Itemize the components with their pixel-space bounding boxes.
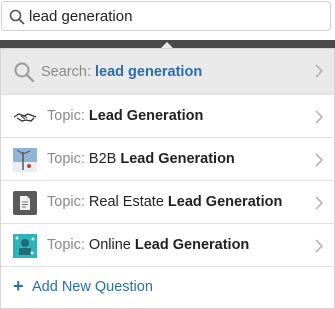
add-new-question-label: Add New Question <box>32 279 153 295</box>
topic-label: Topic: Lead Generation <box>47 108 203 124</box>
plus-icon: + <box>13 276 24 296</box>
search-suggestion-row[interactable]: Search: lead generation <box>1 49 334 95</box>
topic-suggestion-real-estate-lead-generation[interactable]: Topic: Real Estate Lead Generation <box>1 181 334 224</box>
search-icon <box>9 9 25 25</box>
topic-name: Lead Generation <box>167 194 283 210</box>
search-query: lead generation <box>95 64 203 80</box>
chevron-right-icon <box>315 239 324 253</box>
topic-prefix: Topic: <box>47 108 85 124</box>
topic-suggestion-lead-generation[interactable]: Topic: Lead Generation <box>1 95 334 138</box>
add-new-question-button[interactable]: + Add New Question <box>1 267 166 307</box>
topic-qualifier: Online <box>88 237 131 253</box>
online-topic-photo-icon <box>13 234 37 258</box>
b2b-topic-photo-icon <box>13 148 37 172</box>
handshake-icon <box>13 113 37 122</box>
topic-name: Lead Generation <box>134 237 250 253</box>
document-icon <box>13 191 37 215</box>
chevron-right-icon <box>315 64 324 78</box>
chevron-right-icon <box>315 196 324 210</box>
topic-label: Topic: Real Estate Lead Generation <box>47 194 282 210</box>
topic-name: Lead Generation <box>88 108 204 124</box>
topic-suggestion-b2b-lead-generation[interactable]: Topic: B2B Lead Generation <box>1 138 334 181</box>
topic-label: Topic: B2B Lead Generation <box>47 151 235 167</box>
search-icon <box>14 62 35 83</box>
topic-prefix: Topic: <box>47 194 85 210</box>
topic-label: Topic: Online Lead Generation <box>47 237 249 253</box>
topic-name: Lead Generation <box>120 151 235 167</box>
chevron-right-icon <box>315 153 324 167</box>
topic-prefix: Topic: <box>47 151 85 167</box>
search-prefix: Search: <box>41 64 91 80</box>
search-suggestion-text: Search: lead generation <box>41 64 202 80</box>
topic-qualifier: B2B <box>88 151 117 167</box>
topic-qualifier: Real Estate <box>88 194 164 210</box>
topic-prefix: Topic: <box>47 237 85 253</box>
topic-suggestion-online-lead-generation[interactable]: Topic: Online Lead Generation <box>1 224 334 267</box>
search-input[interactable] <box>29 6 319 26</box>
chevron-right-icon <box>315 110 324 124</box>
search-suggestions-dropdown: Search: lead generation Topic: Lead Gene… <box>0 48 335 309</box>
search-box[interactable] <box>1 1 331 31</box>
